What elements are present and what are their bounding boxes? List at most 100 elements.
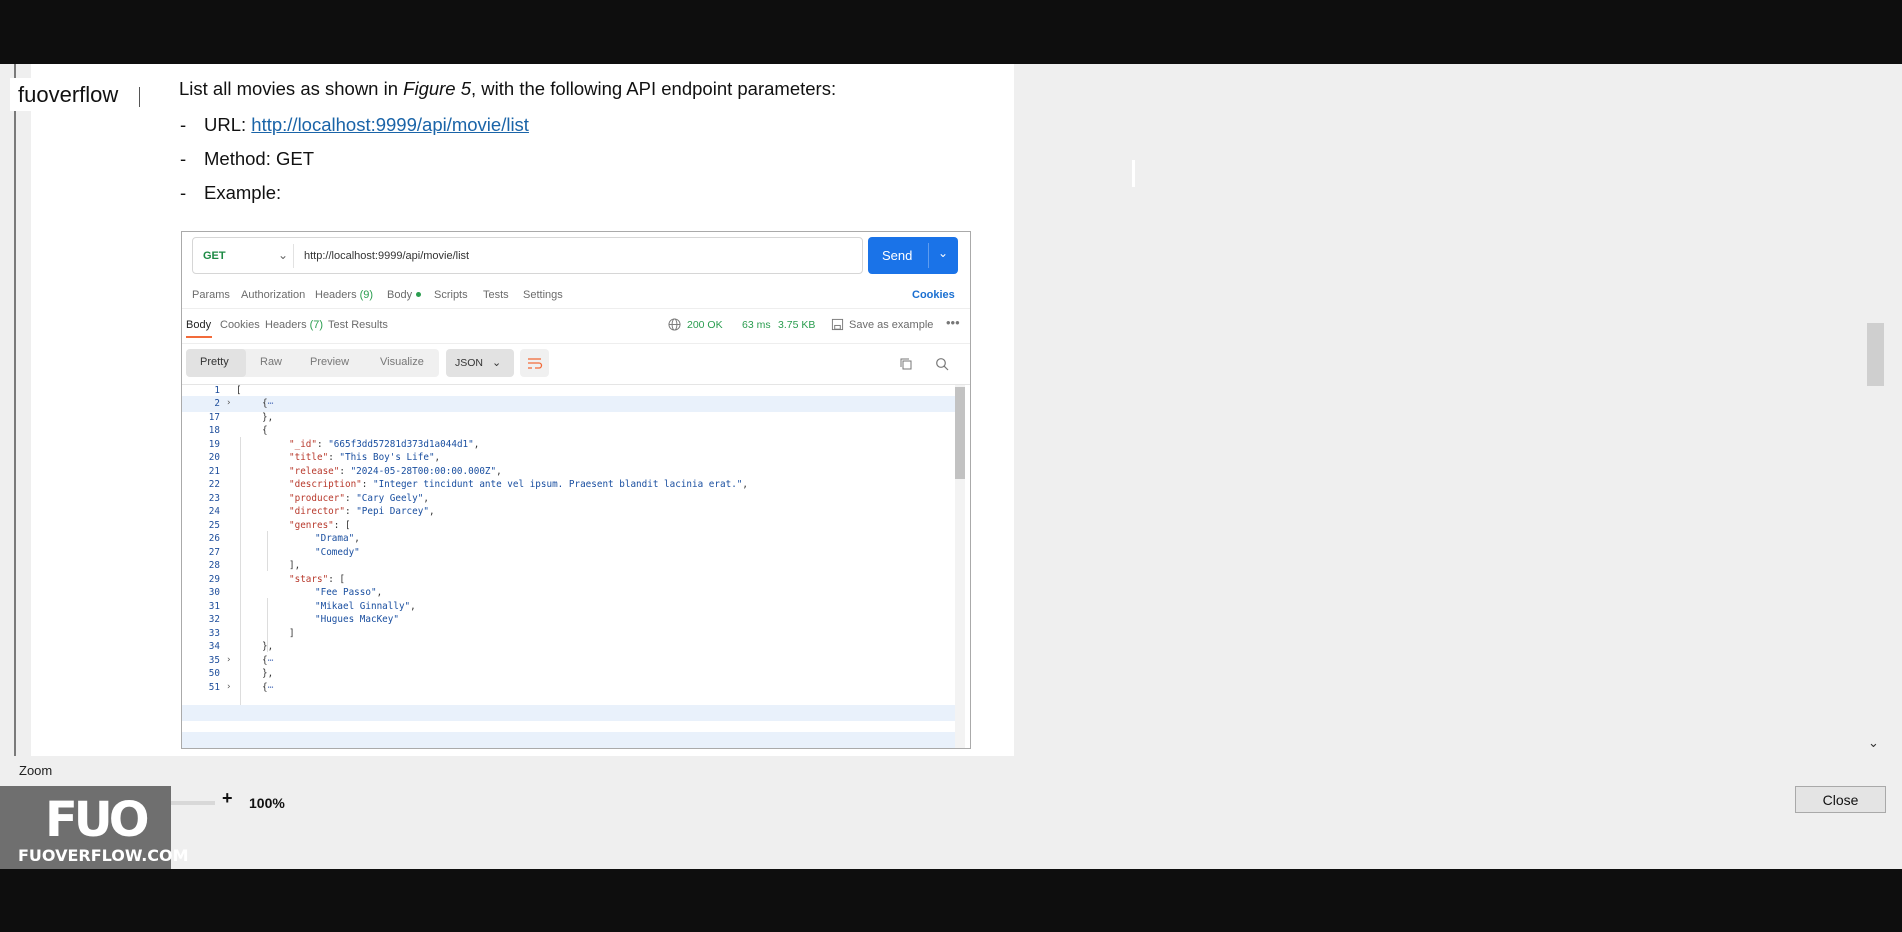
json-value: "Integer tincidunt ante vel ipsum. Praes… <box>372 479 743 490</box>
more-options-icon[interactable]: ••• <box>946 315 960 330</box>
code-line: [ <box>236 385 242 396</box>
json-value: "Pepi Darcey" <box>356 506 429 517</box>
bullet-label: Method: GET <box>204 148 315 169</box>
send-button[interactable]: Send ⌄ <box>868 237 958 274</box>
chevron-right-icon[interactable]: › <box>226 682 231 692</box>
bullet-example: - Example: <box>180 182 281 204</box>
line-number: 24 <box>208 506 220 517</box>
divider <box>182 308 970 309</box>
request-bar: GET ⌄ http://localhost:9999/api/movie/li… <box>192 237 863 274</box>
zoom-in-button[interactable]: + <box>222 788 233 809</box>
json-key: "title" <box>289 452 329 463</box>
json-key: "release" <box>289 466 340 477</box>
json-value: "665f3dd57281d373d1a044d1" <box>328 439 474 450</box>
format-select[interactable]: JSON ⌄ <box>446 349 514 377</box>
response-tab-headers[interactable]: Headers (7) <box>265 319 323 331</box>
bullet-label: URL: <box>204 114 252 135</box>
code-line: {⋯ <box>262 655 273 666</box>
line-number: 31 <box>208 601 220 612</box>
format-label: JSON <box>455 357 484 369</box>
left-border <box>14 64 16 756</box>
zoom-label: Zoom <box>19 763 53 778</box>
chevron-down-icon[interactable]: ⌄ <box>938 246 948 260</box>
code-line: {⋯ <box>262 682 273 693</box>
folded-ellipsis[interactable]: ⋯ <box>268 682 274 693</box>
divider <box>182 343 970 344</box>
url-input[interactable]: http://localhost:9999/api/movie/list <box>304 250 469 262</box>
editor-scrollbar[interactable] <box>955 385 965 748</box>
globe-icon <box>668 318 681 331</box>
tab-preview[interactable]: Preview <box>310 356 349 368</box>
tab-visualize[interactable]: Visualize <box>380 356 424 368</box>
code-line: {⋯ <box>262 398 273 409</box>
response-tab-body[interactable]: Body <box>186 319 211 331</box>
cookies-link[interactable]: Cookies <box>912 289 955 301</box>
response-tab-cookies[interactable]: Cookies <box>220 319 260 331</box>
url-link[interactable]: http://localhost:9999/api/movie/list <box>251 114 529 135</box>
save-as-example-button[interactable]: Save as example <box>849 319 933 331</box>
tab-headers[interactable]: Headers (9) <box>315 289 373 301</box>
line-number: 1 <box>214 385 220 396</box>
tab-scripts[interactable]: Scripts <box>434 289 468 301</box>
tab-body[interactable]: Body <box>387 289 422 301</box>
divider <box>928 243 929 268</box>
intro-text-end: , with the following API endpoint parame… <box>471 78 837 99</box>
copy-icon[interactable] <box>899 357 913 371</box>
chevron-down-icon[interactable]: ⌄ <box>1868 735 1879 751</box>
close-button[interactable]: Close <box>1795 786 1886 813</box>
search-icon[interactable] <box>935 357 949 371</box>
line-number: 18 <box>208 425 220 436</box>
json-key: "genres" <box>289 520 334 531</box>
line-number: 51 <box>208 682 220 693</box>
line-highlight <box>182 396 964 412</box>
bullet-dash: - <box>180 148 187 169</box>
wrap-icon <box>528 358 543 369</box>
json-value: "This Boy's Life" <box>339 452 435 463</box>
bullet-dash: - <box>180 114 187 135</box>
text-cursor <box>1132 160 1135 187</box>
json-key: "_id" <box>289 439 317 450</box>
response-time: 63 ms <box>742 319 771 331</box>
code-line: "Hugues MacKey" <box>315 614 399 625</box>
line-number: 17 <box>208 412 220 423</box>
tab-authorization[interactable]: Authorization <box>241 289 305 301</box>
indent-guide <box>267 531 268 571</box>
editor-scrollbar-thumb[interactable] <box>955 387 965 479</box>
code-line: ], <box>289 560 301 571</box>
folded-ellipsis[interactable]: ⋯ <box>268 398 274 409</box>
save-icon[interactable] <box>831 318 844 331</box>
line-number: 34 <box>208 641 220 652</box>
bullet-dash: - <box>180 182 187 203</box>
line-number: 23 <box>208 493 220 504</box>
chevron-down-icon[interactable]: ⌄ <box>278 248 288 262</box>
code-line: ] <box>289 628 295 639</box>
tab-tests[interactable]: Tests <box>483 289 509 301</box>
intro-text: List all movies as shown in <box>179 78 404 99</box>
response-body-editor[interactable]: 1 [ 2 › {⋯ 17 }, 18 { 19 "_id": "665f3dd… <box>182 384 970 748</box>
tab-settings[interactable]: Settings <box>523 289 563 301</box>
active-tab-underline <box>186 336 212 338</box>
line-number: 19 <box>208 439 220 450</box>
tab-pretty[interactable]: Pretty <box>200 356 229 368</box>
viewer-scrollbar-thumb[interactable] <box>1867 323 1884 386</box>
json-value: "Drama" <box>315 533 355 544</box>
json-key: "description" <box>289 479 362 490</box>
figure-reference: Figure 5 <box>403 78 472 99</box>
headers-count: (9) <box>359 289 374 301</box>
send-label: Send <box>882 248 913 263</box>
method-select[interactable]: GET <box>203 250 226 262</box>
line-number: 21 <box>208 466 220 477</box>
json-value: "2024-05-28T00:00:00.000Z" <box>350 466 497 477</box>
viewer-scrollbar[interactable] <box>1865 64 1887 756</box>
folded-ellipsis[interactable]: ⋯ <box>268 655 274 666</box>
response-tab-test-results[interactable]: Test Results <box>328 319 388 331</box>
chevron-right-icon[interactable]: › <box>226 398 231 408</box>
logo-mark: FUO <box>45 792 150 848</box>
chevron-right-icon[interactable]: › <box>226 655 231 665</box>
line-highlight <box>182 732 964 748</box>
code-line: "Drama", <box>315 533 360 544</box>
tab-params[interactable]: Params <box>192 289 230 301</box>
wrap-lines-button[interactable] <box>520 349 549 377</box>
tab-raw[interactable]: Raw <box>260 356 282 368</box>
tab-label: Headers <box>265 319 307 331</box>
